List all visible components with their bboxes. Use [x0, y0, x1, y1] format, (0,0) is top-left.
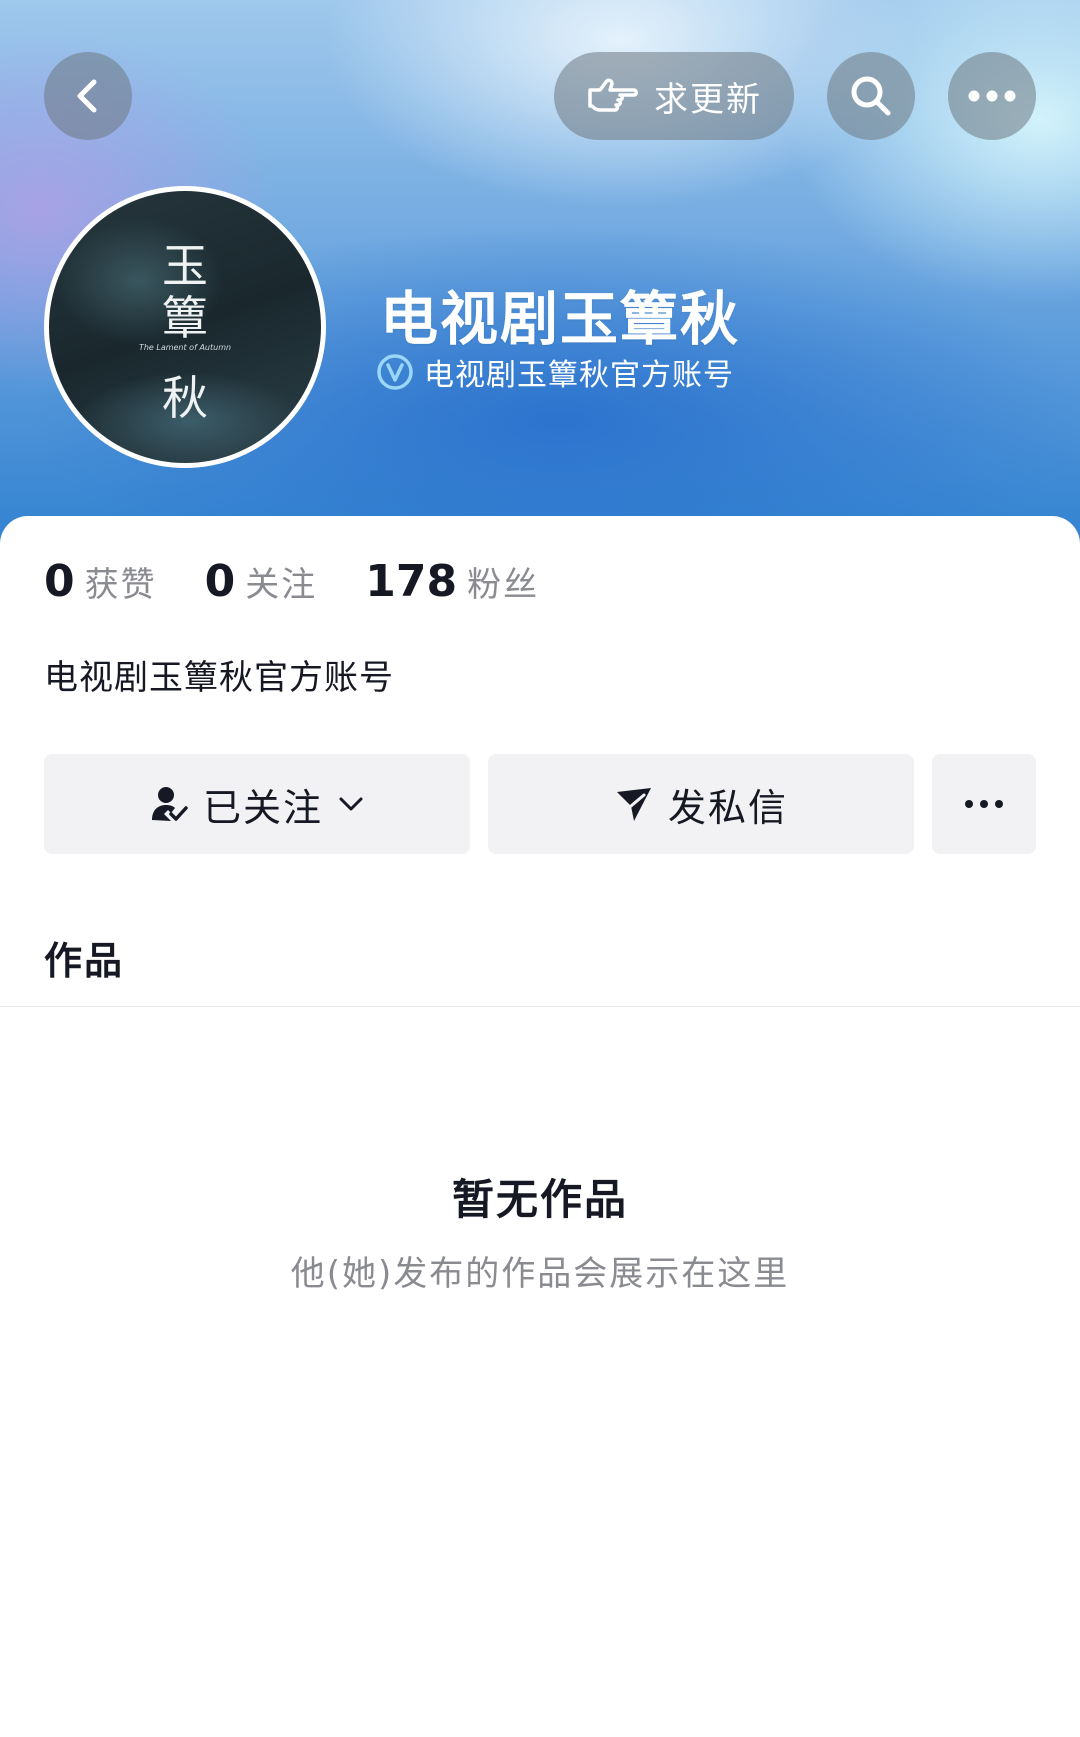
send-message-button[interactable]: 发私信 [488, 754, 914, 854]
stat-value: 178 [365, 556, 458, 607]
more-options-button[interactable] [948, 52, 1036, 140]
chevron-left-icon [77, 79, 97, 113]
verified-account-text: 电视剧玉簟秋官方账号 [424, 358, 734, 393]
following-button[interactable]: 已关注 [44, 754, 470, 854]
more-horizontal-icon [968, 90, 1016, 102]
request-update-label: 求更新 [654, 79, 762, 120]
stat-label: 获赞 [84, 565, 157, 605]
stat-followers[interactable]: 178 粉丝 [365, 556, 539, 607]
empty-state-title: 暂无作品 [451, 1175, 628, 1224]
user-check-icon [151, 787, 188, 821]
request-update-button[interactable]: 求更新 [554, 52, 794, 140]
profile-bio: 电视剧玉簟秋官方账号 [44, 658, 394, 698]
stat-label: 粉丝 [467, 565, 540, 605]
paper-plane-icon [616, 788, 651, 821]
profile-stats: 0 获赞 0 关注 178 粉丝 [44, 556, 587, 607]
stat-value: 0 [44, 556, 75, 607]
back-button[interactable] [44, 52, 132, 140]
profile-name: 电视剧玉簟秋 [380, 285, 741, 353]
avatar[interactable]: 玉 簟 The Lament of Autumn 秋 [44, 186, 326, 468]
pointing-hand-icon [588, 78, 638, 112]
following-label: 已关注 [202, 785, 323, 830]
stat-label: 关注 [245, 565, 318, 605]
verified-badge-icon [377, 354, 413, 390]
empty-state-description: 他(她)发布的作品会展示在这里 [290, 1254, 790, 1294]
chevron-down-icon [339, 797, 363, 811]
tab-works[interactable]: 作品 [44, 930, 124, 985]
more-horizontal-icon [965, 800, 1003, 808]
avatar-title-char: 簟 [162, 291, 208, 345]
send-message-label: 发私信 [667, 785, 788, 830]
verification-info: 电视剧玉簟秋官方账号 [376, 350, 734, 394]
avatar-title-char: 玉 [162, 239, 208, 293]
stat-likes[interactable]: 0 获赞 [44, 556, 157, 607]
profile-actions: 已关注 发私信 [44, 754, 1036, 854]
search-button[interactable] [827, 52, 915, 140]
search-icon [851, 76, 891, 116]
avatar-subtitle: The Lament of Autumn [138, 343, 232, 352]
more-actions-button[interactable] [932, 754, 1036, 854]
tab-divider [0, 1006, 1080, 1007]
stat-following[interactable]: 0 关注 [205, 556, 318, 607]
profile-content: 0 获赞 0 关注 178 粉丝 电视剧玉簟秋官方账号 已关注 发私信 作品 暂… [0, 516, 1080, 1737]
stat-value: 0 [204, 556, 236, 607]
profile-header-background: 求更新 玉 簟 The Lament of Autumn 秋 电视剧玉簟秋 电视… [0, 0, 1080, 560]
avatar-title-char: 秋 [162, 371, 208, 425]
